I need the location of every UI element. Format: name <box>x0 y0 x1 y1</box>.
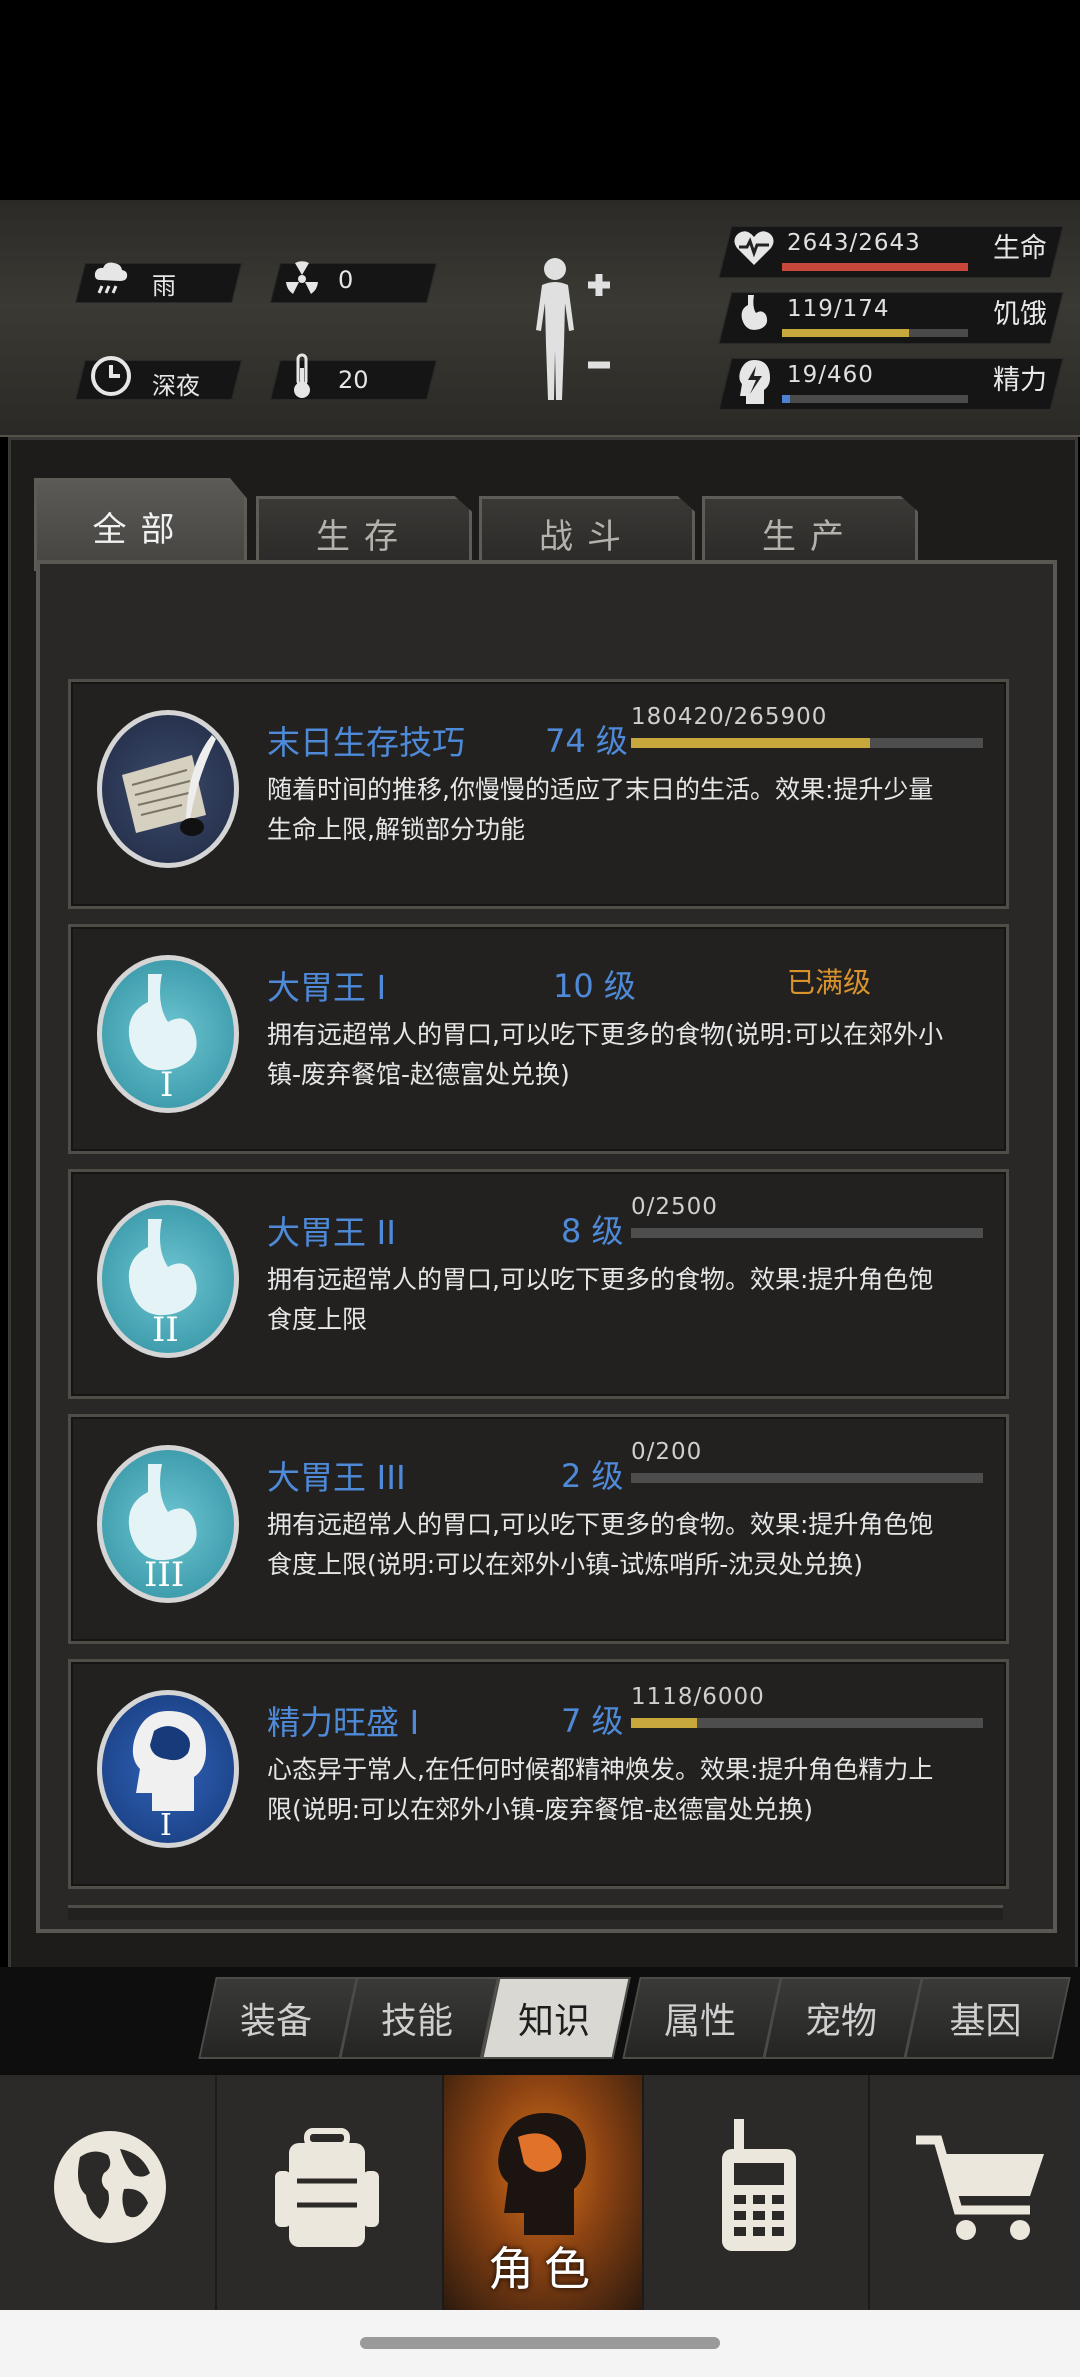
shopping-cart-icon <box>912 2130 1052 2254</box>
skill-name: 大胃王 II <box>267 1213 396 1252</box>
character-head-icon <box>488 2105 598 2249</box>
energy-value: 19/460 <box>787 362 874 388</box>
skill-card[interactable]: I 大胃王 I 10 级 已满级 拥有远超常人的胃口,可以吃下更多的食物(说明:… <box>68 924 1009 1154</box>
skill-level: 2 级 <box>561 1457 624 1495</box>
radiation-icon <box>283 260 321 302</box>
skill-card[interactable]: II 大胃王 II 8 级 0/2500 拥有远超常人的胃口,可以吃下更多的食物… <box>68 1169 1009 1399</box>
nav-radio-button[interactable] <box>644 2075 870 2310</box>
skill-progress-bar <box>631 738 983 748</box>
heart-pulse-icon <box>733 228 775 272</box>
nav-backpack-button[interactable] <box>217 2075 444 2310</box>
skill-level: 10 级 <box>553 967 636 1005</box>
skill-progress-text: 1118/6000 <box>631 1684 765 1710</box>
skill-progress-text: 0/200 <box>631 1439 703 1465</box>
walkie-talkie-icon <box>714 2115 804 2259</box>
next-skill-card-edge <box>68 1905 1003 1920</box>
skill-progress-bar <box>631 1228 983 1238</box>
subtab-pets[interactable]: 宠物 <box>772 1992 910 2044</box>
svg-text:II: II <box>152 1310 179 1350</box>
stomach-icon: I <box>97 955 239 1113</box>
skill-progress-text: 0/2500 <box>631 1194 718 1220</box>
weather-label: 雨 <box>152 272 176 300</box>
skill-level: 7 级 <box>561 1702 624 1740</box>
skill-card[interactable]: 末日生存技巧 74 级 180420/265900 随着时间的推移,你慢慢的适应… <box>68 679 1009 909</box>
skill-description: 随着时间的推移,你慢慢的适应了末日的生活。效果:提升少量生命上限,解锁部分功能 <box>267 775 934 844</box>
svg-text:I: I <box>160 1808 172 1843</box>
skill-description: 拥有远超常人的胃口,可以吃下更多的食物(说明:可以在郊外小镇-废弃餐馆-赵德富处… <box>267 1020 944 1089</box>
skill-level: 74 级 <box>545 722 628 760</box>
rain-cloud-icon <box>92 260 130 304</box>
energy-head-icon <box>736 358 772 410</box>
skill-progress-text: 180420/265900 <box>631 704 828 730</box>
subtab-skills[interactable]: 技能 <box>348 1992 486 2044</box>
stomach-icon <box>738 293 772 341</box>
skill-description: 心态异于常人,在任何时候都精神焕发。效果:提升角色精力上限(说明:可以在郊外小镇… <box>267 1755 934 1824</box>
brain-head-icon: I <box>97 1690 239 1848</box>
subtab-knowledge[interactable]: 知识 <box>490 1992 618 2044</box>
subtab-genes[interactable]: 基因 <box>913 1992 1058 2044</box>
energy-label: 精力 <box>993 365 1047 396</box>
skill-level: 8 级 <box>561 1212 624 1250</box>
energy-bar-fill <box>782 395 790 403</box>
nav-world-button[interactable] <box>0 2075 217 2310</box>
svg-text:III: III <box>144 1555 184 1595</box>
temperature-value: 20 <box>338 366 369 394</box>
skill-description: 拥有远超常人的胃口,可以吃下更多的食物。效果:提升角色饱食度上限(说明:可以在郊… <box>267 1510 934 1579</box>
skill-card[interactable]: III 大胃王 III 2 级 0/200 拥有远超常人的胃口,可以吃下更多的食… <box>68 1414 1009 1644</box>
backpack-icon <box>267 2125 387 2259</box>
tab-all[interactable]: 全部 <box>34 478 247 571</box>
nav-character-label: 角色 <box>488 2242 600 2296</box>
health-value: 2643/2643 <box>787 230 921 256</box>
hunger-bar <box>782 329 968 337</box>
body-figure-icon[interactable] <box>518 255 628 409</box>
skill-name: 大胃王 I <box>267 968 387 1007</box>
nav-character-button[interactable]: 角色 <box>444 2075 644 2310</box>
hunger-label: 饥饿 <box>993 299 1047 330</box>
thermometer-icon <box>290 352 314 404</box>
globe-icon <box>50 2127 170 2251</box>
health-label: 生命 <box>993 233 1047 264</box>
skill-maxed-label: 已满级 <box>787 966 872 999</box>
nav-shop-button[interactable] <box>870 2075 1080 2310</box>
time-of-day-label: 深夜 <box>152 372 200 400</box>
subtab-equipment[interactable]: 装备 <box>207 1992 345 2044</box>
skill-name: 末日生存技巧 <box>267 723 465 762</box>
stomach-icon: II <box>97 1200 239 1358</box>
hunger-value: 119/174 <box>787 296 890 322</box>
svg-text:I: I <box>160 1065 173 1105</box>
health-bar-fill <box>782 263 968 271</box>
energy-bar <box>782 395 968 403</box>
tab-combat[interactable]: 战斗 <box>479 496 695 567</box>
skill-description: 拥有远超常人的胃口,可以吃下更多的食物。效果:提升角色饱食度上限 <box>267 1265 934 1334</box>
skill-progress-bar <box>631 1718 983 1728</box>
skill-progress-fill <box>631 1718 697 1728</box>
stomach-icon: III <box>97 1445 239 1603</box>
skill-name: 精力旺盛 I <box>267 1703 420 1742</box>
tab-production[interactable]: 生产 <box>702 496 918 567</box>
scroll-quill-icon <box>97 710 239 868</box>
subtab-attributes[interactable]: 属性 <box>631 1992 769 2044</box>
health-bar <box>782 263 968 271</box>
radiation-value: 0 <box>338 266 354 294</box>
hunger-bar-fill <box>782 329 910 337</box>
skill-card[interactable]: I 精力旺盛 I 7 级 1118/6000 心态异于常人,在任何时候都精神焕发… <box>68 1659 1009 1889</box>
tab-survival[interactable]: 生存 <box>256 496 472 567</box>
home-indicator[interactable] <box>360 2337 720 2349</box>
skill-progress-bar <box>631 1473 983 1483</box>
skill-progress-fill <box>631 738 870 748</box>
skill-name: 大胃王 III <box>267 1458 406 1497</box>
status-header: 雨 0 深夜 20 2643/2643 生命 119/174 饥饿 19/460… <box>0 200 1080 437</box>
clock-icon <box>90 355 132 401</box>
